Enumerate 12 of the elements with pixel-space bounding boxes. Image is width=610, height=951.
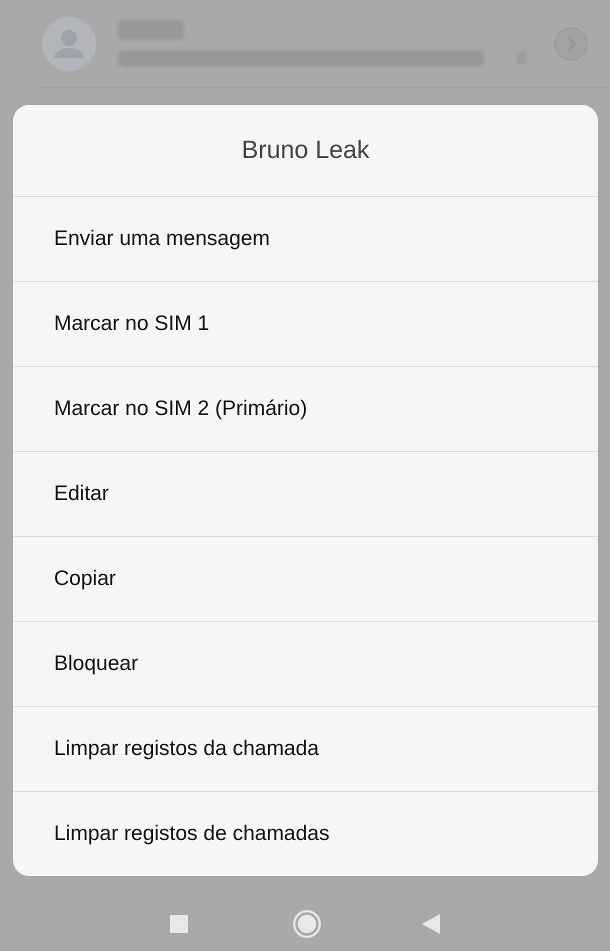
dialog-title: Bruno Leak: [240, 135, 370, 166]
recent-apps-icon[interactable]: [170, 914, 188, 932]
home-icon[interactable]: [293, 910, 321, 938]
menu-item[interactable]: Limpar registos da chamada: [13, 706, 598, 791]
menu-item[interactable]: Marcar no SIM 1: [13, 281, 598, 366]
menu-item[interactable]: Editar: [13, 451, 598, 536]
menu-item[interactable]: Marcar no SIM 2 (Primário): [13, 366, 598, 451]
back-icon[interactable]: [422, 914, 440, 934]
menu-item[interactable]: Enviar uma mensagem: [13, 196, 598, 281]
menu-item[interactable]: Copiar: [13, 536, 598, 621]
menu-item[interactable]: Bloquear: [13, 621, 598, 706]
menu-item[interactable]: Limpar registos de chamadas: [13, 791, 598, 876]
